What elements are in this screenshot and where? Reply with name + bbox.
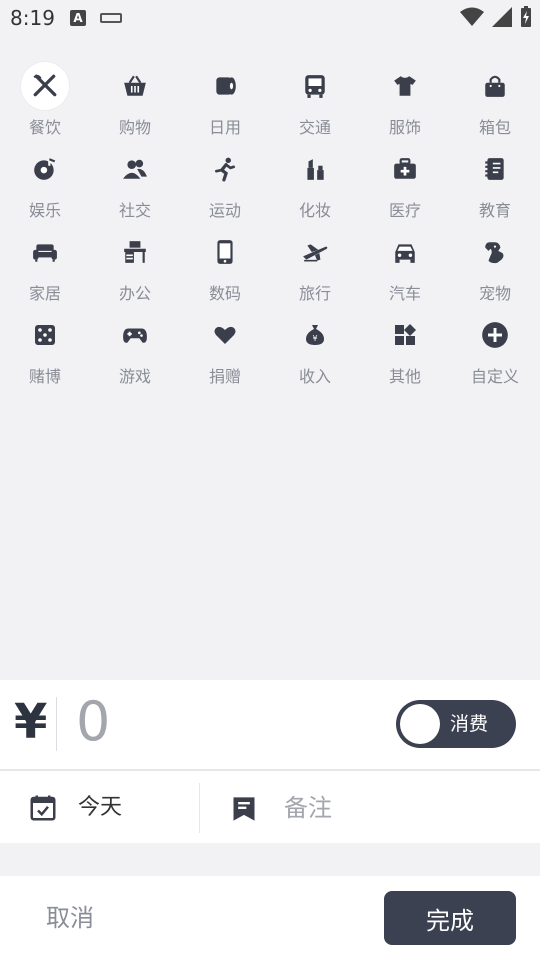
toggle-label: 消费 [450, 713, 489, 735]
car-icon [395, 244, 415, 263]
category-label: 餐饮 [28, 118, 61, 137]
users-icon [123, 159, 147, 179]
category-label: 游戏 [118, 367, 151, 386]
calendar-check-icon[interactable] [28, 793, 58, 823]
category-label: 箱包 [478, 118, 511, 137]
music-disc-icon [34, 158, 56, 180]
category-label: 服饰 [388, 118, 421, 137]
category-dining[interactable]: 餐饮 [0, 62, 90, 144]
basket-icon [124, 75, 146, 96]
category-home[interactable]: 家居 [0, 228, 90, 310]
add-circle-icon [482, 322, 508, 348]
utensils-icon [33, 74, 57, 97]
category-custom[interactable]: 自定义 [450, 311, 540, 393]
category-digital[interactable]: 数码 [180, 228, 270, 310]
medical-kit-icon [394, 158, 416, 179]
category-label: 宠物 [478, 284, 511, 303]
category-label: 化妆 [298, 201, 331, 220]
category-label: 办公 [118, 284, 151, 303]
note-input[interactable]: 备注 [284, 792, 332, 824]
category-entertainment[interactable]: 娱乐 [0, 145, 90, 227]
signal-icon [492, 7, 512, 27]
category-label: 教育 [478, 201, 511, 220]
category-gambling[interactable]: 赌博 [0, 311, 90, 393]
category-office[interactable]: 办公 [90, 228, 180, 310]
category-social[interactable]: 社交 [90, 145, 180, 227]
category-other[interactable]: 其他 [360, 311, 450, 393]
bus-icon [305, 75, 325, 98]
notebook-icon [485, 158, 504, 180]
airplane-icon [303, 244, 328, 262]
category-income[interactable]: ¥ 收入 [270, 311, 360, 393]
category-donation[interactable]: 捐赠 [180, 311, 270, 393]
bag-icon [485, 75, 505, 97]
category-label: 数码 [208, 284, 241, 303]
widgets-icon [395, 324, 416, 345]
heart-icon [214, 326, 236, 344]
category-label: 社交 [118, 201, 151, 220]
toggle-knob [400, 704, 440, 744]
status-time: 8:19 [10, 6, 55, 30]
running-icon [214, 157, 236, 182]
category-label: 赌博 [28, 367, 61, 386]
date-selector[interactable]: 今天 [78, 793, 122, 823]
category-label: 收入 [298, 367, 331, 386]
category-label: 交通 [298, 118, 331, 137]
note-icon [233, 797, 255, 821]
row-divider [199, 783, 200, 833]
category-pets[interactable]: 宠物 [450, 228, 540, 310]
category-label: 医疗 [388, 201, 421, 220]
wifi-icon [460, 7, 484, 26]
phone-icon [217, 240, 233, 264]
expense-type-toggle[interactable]: 消费 [396, 700, 516, 748]
battery-charging-icon [521, 6, 531, 27]
input-method-icon: A [70, 10, 86, 26]
category-sports[interactable]: 运动 [180, 145, 270, 227]
category-bags[interactable]: 箱包 [450, 62, 540, 144]
keyboard-icon [100, 13, 122, 23]
status-bar: 8:19 A [0, 0, 540, 36]
category-label: 自定义 [470, 367, 519, 386]
category-label: 汽车 [388, 284, 421, 303]
category-shopping[interactable]: 购物 [90, 62, 180, 144]
category-label: 其他 [388, 367, 421, 386]
gamepad-icon [123, 328, 147, 343]
category-label: 购物 [118, 118, 151, 137]
amount-divider [56, 697, 57, 751]
category-daily[interactable]: 日用 [180, 62, 270, 144]
toilet-paper-icon [216, 77, 236, 95]
sofa-icon [33, 244, 57, 262]
cancel-button[interactable]: 取消 [46, 898, 94, 938]
tshirt-icon [394, 76, 416, 96]
category-label: 旅行 [298, 284, 331, 303]
category-transport[interactable]: 交通 [270, 62, 360, 144]
category-label: 娱乐 [28, 201, 61, 220]
category-games[interactable]: 游戏 [90, 311, 180, 393]
dice-icon [35, 325, 55, 345]
amount-input[interactable]: 0 [76, 690, 110, 754]
category-medical[interactable]: 医疗 [360, 145, 450, 227]
category-travel[interactable]: 旅行 [270, 228, 360, 310]
category-education[interactable]: 教育 [450, 145, 540, 227]
office-desk-icon [124, 241, 146, 263]
category-label: 日用 [208, 118, 241, 137]
category-car[interactable]: 汽车 [360, 228, 450, 310]
category-label: 捐赠 [208, 367, 241, 386]
category-cosmetics[interactable]: 化妆 [270, 145, 360, 227]
done-button[interactable]: 完成 [384, 891, 516, 945]
lipstick-icon [307, 159, 324, 180]
category-label: 运动 [208, 201, 241, 220]
money-bag-icon: ¥ [306, 325, 324, 345]
currency-symbol: ¥ [14, 694, 48, 750]
dog-icon [485, 242, 504, 264]
category-clothing[interactable]: 服饰 [360, 62, 450, 144]
category-label: 家居 [28, 284, 61, 303]
svg-text:¥: ¥ [312, 334, 317, 343]
